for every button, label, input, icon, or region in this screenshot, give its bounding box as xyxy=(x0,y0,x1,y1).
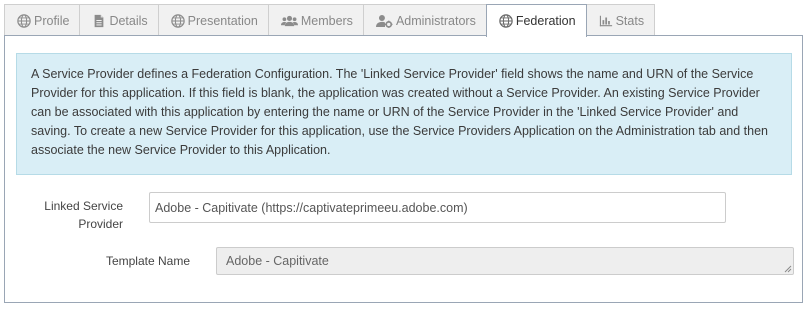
tab-members[interactable]: Members xyxy=(267,4,364,36)
tab-federation[interactable]: Federation xyxy=(485,4,587,37)
resize-grip-icon[interactable] xyxy=(784,265,792,273)
globe-icon xyxy=(499,14,513,28)
template-name-label: Template Name xyxy=(105,254,190,268)
tab-label: Stats xyxy=(615,13,645,28)
linked-service-provider-value: Adobe - Capitivate (https://captivatepri… xyxy=(155,200,468,215)
tab-label: Presentation xyxy=(187,13,258,28)
tab-stats[interactable]: Stats xyxy=(585,4,656,36)
template-name-field: Adobe - Capitivate xyxy=(216,247,794,275)
tab-details[interactable]: Details xyxy=(79,4,159,36)
info-message: A Service Provider defines a Federation … xyxy=(16,53,792,175)
tab-presentation[interactable]: Presentation xyxy=(157,4,269,36)
tab-label: Federation xyxy=(515,14,576,28)
tab-profile[interactable]: Profile xyxy=(4,4,81,36)
tab-bar: Profile Details Presentation Members Adm… xyxy=(4,4,656,37)
globe-icon xyxy=(170,13,185,28)
users-icon xyxy=(280,14,298,28)
user-cog-icon xyxy=(375,14,393,28)
tab-label: Profile xyxy=(34,13,70,28)
linked-service-provider-input[interactable]: Adobe - Capitivate (https://captivatepri… xyxy=(149,192,726,223)
document-icon xyxy=(92,14,106,28)
globe-icon xyxy=(17,13,31,28)
tab-label: Administrators xyxy=(395,13,476,28)
bar-chart-icon xyxy=(599,14,613,28)
linked-service-provider-label: Linked Service Provider xyxy=(44,199,123,231)
federation-panel: A Service Provider defines a Federation … xyxy=(4,35,803,303)
template-name-value: Adobe - Capitivate xyxy=(226,254,329,268)
tab-label: Members xyxy=(300,13,353,28)
tab-administrators[interactable]: Administrators xyxy=(362,4,487,36)
tab-label: Details xyxy=(109,13,148,28)
